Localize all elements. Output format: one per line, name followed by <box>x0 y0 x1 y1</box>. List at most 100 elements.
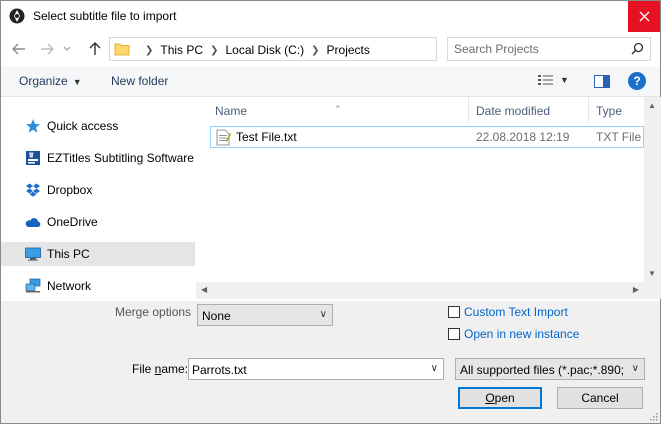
custom-text-import-option[interactable]: Custom Text Import <box>448 305 568 319</box>
organize-button[interactable]: Organize ▼ <box>19 74 82 88</box>
close-button[interactable] <box>628 1 660 32</box>
star-icon <box>26 119 40 133</box>
network-icon <box>25 278 41 293</box>
navigation-bar: ❯ This PC ❯ Local Disk (C:) ❯ Projects ∨ <box>1 32 660 66</box>
merge-options-value: None <box>202 309 231 323</box>
navigation-pane: Quick access EZTitles Subtitling Softwar… <box>1 97 195 301</box>
search-box[interactable] <box>447 37 651 61</box>
file-date-modified: 22.08.2018 12:19 <box>476 130 570 144</box>
chevron-down-icon: ∨ <box>319 309 327 320</box>
sidebar-item-quick-access[interactable]: Quick access <box>1 114 195 138</box>
merge-options-dropdown[interactable]: None ∨ <box>197 304 333 326</box>
file-type: TXT File <box>596 130 642 144</box>
resize-grip-icon[interactable] <box>648 411 658 421</box>
dialog-footer: Merge options None ∨ Custom Text Import … <box>1 301 660 423</box>
sidebar-item-network[interactable]: Network <box>1 274 195 298</box>
details-view-icon <box>538 75 553 85</box>
chevron-down-icon: ∨ <box>631 363 639 374</box>
window-title: Select subtitle file to import <box>33 9 177 23</box>
breadcrumb-this-pc[interactable]: This PC <box>160 43 203 57</box>
chevron-right-icon: ❯ <box>145 44 154 56</box>
sidebar-item-label: Dropbox <box>47 183 93 197</box>
column-header-type[interactable]: Type <box>596 104 622 118</box>
sidebar-item-label: Quick access <box>47 119 119 133</box>
file-name-input[interactable] <box>192 362 412 377</box>
eztitles-icon <box>26 151 40 165</box>
arrow-right-icon <box>41 43 54 55</box>
cloud-icon <box>25 218 41 227</box>
file-type-value: All supported files (*.pac;*.890;* <box>460 363 624 377</box>
merge-options-label: Merge options <box>115 305 192 319</box>
file-row[interactable]: Test File.txt 22.08.2018 12:19 TXT File <box>210 126 644 148</box>
arrow-left-icon <box>12 43 25 55</box>
sidebar-item-label: Network <box>47 279 92 293</box>
sidebar-item-dropbox[interactable]: Dropbox <box>1 178 195 202</box>
change-view-button[interactable]: ▼ <box>538 74 569 86</box>
open-button-label: pen <box>494 391 515 405</box>
app-icon <box>9 8 25 24</box>
chevron-down-icon[interactable]: ∨ <box>431 363 438 374</box>
scroll-up-icon[interactable]: ▲ <box>648 101 656 110</box>
column-header-name[interactable]: Name <box>215 104 247 118</box>
open-new-instance-option[interactable]: Open in new instance <box>448 327 579 341</box>
sort-ascending-icon: ⌃ <box>334 104 342 114</box>
new-folder-button[interactable]: New folder <box>111 74 168 88</box>
search-icon <box>631 42 644 55</box>
dropbox-icon <box>26 183 40 197</box>
column-header-row: ⌃ Name Date modified Type <box>196 97 644 123</box>
file-open-dialog: Select subtitle file to import ❯ This PC… <box>0 0 661 424</box>
sidebar-item-eztitles[interactable]: EZTitles Subtitling Software <box>1 146 195 170</box>
organize-label: Organize <box>19 74 68 88</box>
computer-icon <box>25 247 41 261</box>
column-divider[interactable] <box>468 97 469 123</box>
caret-down-icon: ▼ <box>560 75 569 85</box>
custom-text-import-checkbox[interactable] <box>448 306 460 318</box>
file-name: Test File.txt <box>236 130 297 144</box>
recent-locations-button[interactable] <box>61 39 73 59</box>
chevron-right-icon[interactable]: ❯ <box>210 45 218 56</box>
caret-down-icon: ▼ <box>72 77 82 87</box>
file-name-label-suffix: ame: <box>161 362 189 376</box>
breadcrumb: ❯ This PC ❯ Local Disk (C:) ❯ Projects <box>138 43 370 57</box>
arrow-up-icon <box>89 42 101 55</box>
forward-button[interactable] <box>37 39 57 59</box>
horizontal-scrollbar[interactable]: ◀ ▶ <box>196 282 644 299</box>
command-toolbar: Organize ▼ New folder ▼ ? <box>1 66 660 97</box>
file-type-dropdown[interactable]: All supported files (*.pac;*.890;* ∨ <box>455 358 645 380</box>
file-name-label: File name: <box>132 362 188 376</box>
open-button[interactable]: Open <box>458 387 542 409</box>
back-button[interactable] <box>9 39 29 59</box>
scroll-left-icon[interactable]: ◀ <box>201 285 207 294</box>
close-icon <box>639 11 649 22</box>
open-button-accelerator: O <box>485 391 495 405</box>
custom-text-import-label[interactable]: Custom Text Import <box>464 305 568 319</box>
chevron-down-icon <box>63 46 71 51</box>
sidebar-item-label: EZTitles Subtitling Software <box>47 151 194 165</box>
scroll-right-icon[interactable]: ▶ <box>633 285 639 294</box>
open-new-instance-label[interactable]: Open in new instance <box>464 327 579 341</box>
search-input[interactable] <box>454 41 624 57</box>
scroll-down-icon[interactable]: ▼ <box>648 269 656 278</box>
open-new-instance-checkbox[interactable] <box>448 328 460 340</box>
folder-icon <box>114 43 130 56</box>
breadcrumb-projects[interactable]: Projects <box>327 43 370 57</box>
text-file-icon <box>216 129 231 146</box>
file-name-combobox[interactable]: ∨ <box>188 358 444 380</box>
vertical-scrollbar[interactable]: ▲ ▼ <box>644 97 661 282</box>
preview-pane-icon[interactable] <box>594 75 610 88</box>
title-bar: Select subtitle file to import <box>1 1 660 32</box>
breadcrumb-local-disk[interactable]: Local Disk (C:) <box>225 43 304 57</box>
up-button[interactable] <box>85 39 105 59</box>
address-bar[interactable]: ❯ This PC ❯ Local Disk (C:) ❯ Projects ∨ <box>109 37 537 61</box>
column-header-date-modified[interactable]: Date modified <box>476 104 550 118</box>
sidebar-item-label: This PC <box>47 247 90 261</box>
help-button[interactable]: ? <box>628 72 646 90</box>
sidebar-item-this-pc[interactable]: This PC <box>1 242 195 266</box>
file-list: ⌃ Name Date modified Type Test File.txt … <box>196 97 644 282</box>
scrollbar-corner <box>644 282 661 299</box>
cancel-button[interactable]: Cancel <box>557 387 643 409</box>
chevron-right-icon[interactable]: ❯ <box>311 45 319 56</box>
column-divider[interactable] <box>588 97 589 123</box>
sidebar-item-onedrive[interactable]: OneDrive <box>1 210 195 234</box>
sidebar-item-label: OneDrive <box>47 215 98 229</box>
